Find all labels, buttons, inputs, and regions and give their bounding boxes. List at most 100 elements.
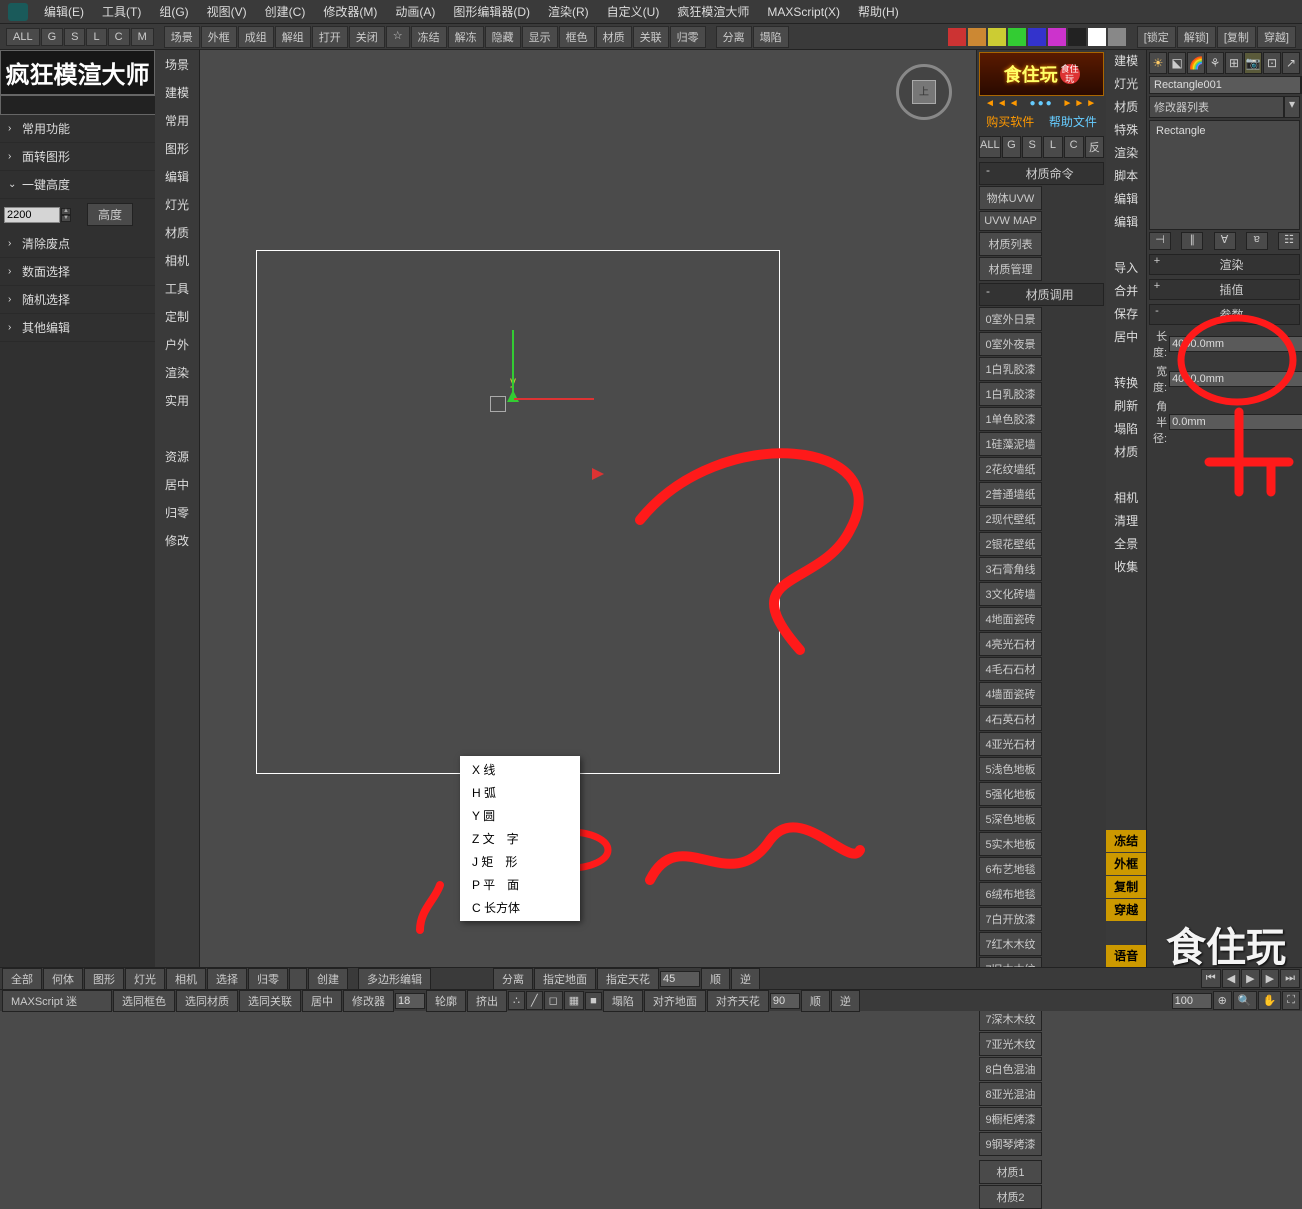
midcat-hl-5[interactable]: 语音	[1106, 945, 1146, 967]
tool-8[interactable]: 解冻	[448, 26, 484, 48]
color-swatch-2[interactable]	[988, 28, 1006, 46]
bottom1-8[interactable]: 创建	[308, 968, 348, 990]
leftcat-5[interactable]: 灯光	[155, 192, 199, 218]
filter-l[interactable]: L	[86, 28, 106, 46]
midcat-16[interactable]: 塌陷	[1106, 418, 1146, 440]
mat-preset-21[interactable]: 5实木地板	[979, 832, 1042, 856]
mat-preset-10[interactable]: 3石膏角线	[979, 557, 1042, 581]
modifier-item[interactable]: Rectangle	[1152, 123, 1297, 139]
color-swatch-6[interactable]	[1068, 28, 1086, 46]
subobj-3-icon[interactable]: ◻	[544, 991, 563, 1010]
height-spinner[interactable]: ▲▼	[61, 208, 71, 222]
subobj-5-icon[interactable]: ■	[585, 992, 602, 1010]
mat-preset-8[interactable]: 2现代壁纸	[979, 507, 1042, 531]
nav-zoom-icon[interactable]: 🔍	[1233, 991, 1257, 1010]
tool-11[interactable]: 框色	[559, 26, 595, 48]
mat-preset-33[interactable]: 9钢琴烤漆	[979, 1132, 1042, 1156]
color-swatch-1[interactable]	[968, 28, 986, 46]
leftcat-8[interactable]: 工具	[155, 276, 199, 302]
height-button[interactable]: 高度	[87, 203, 133, 226]
leftcat-10[interactable]: 户外	[155, 332, 199, 358]
bottom2b-0[interactable]: 轮廓	[426, 990, 466, 1012]
height-input[interactable]	[4, 207, 60, 223]
stack-btn-3[interactable]: ∀	[1214, 232, 1236, 250]
mat-cmd-1[interactable]: UVW MAP	[979, 211, 1042, 231]
leftcat-6[interactable]: 材质	[155, 220, 199, 246]
nav-max-icon[interactable]: ⛶	[1282, 991, 1300, 1010]
leftcat-0[interactable]: 场景	[155, 52, 199, 78]
param-width-input[interactable]	[1169, 371, 1302, 387]
bottom2-4[interactable]: 修改器	[343, 990, 394, 1012]
leftcat-4[interactable]: 编辑	[155, 164, 199, 190]
promo-next-icon[interactable]: ►►►	[1063, 98, 1099, 109]
menu-modifier[interactable]: 修改器(M)	[315, 1, 385, 22]
play-icon[interactable]: ▶	[1241, 969, 1259, 988]
midcat-hl-3[interactable]: 穿越	[1106, 899, 1146, 921]
stack-btn-2[interactable]: ∥	[1181, 232, 1203, 250]
bottom2c-1[interactable]: 对齐地面	[644, 990, 706, 1012]
tool-0[interactable]: 场景	[164, 26, 200, 48]
nav-pan-icon[interactable]: ⊕	[1213, 991, 1232, 1010]
mat-preset-4[interactable]: 1单色胶漆	[979, 407, 1042, 431]
mat-preset-19[interactable]: 5强化地板	[979, 782, 1042, 806]
left-item-一键高度[interactable]: ⌄一键高度	[0, 171, 155, 199]
viewcube-face[interactable]: 上	[912, 80, 936, 104]
tool-2[interactable]: 成组	[238, 26, 274, 48]
midcat-10[interactable]: 合并	[1106, 280, 1146, 302]
bottom1-1[interactable]: 何体	[43, 968, 83, 990]
midcat-15[interactable]: 刷新	[1106, 395, 1146, 417]
menu-create[interactable]: 创建(C)	[257, 1, 314, 22]
bottom2c-0[interactable]: 塌陷	[603, 990, 643, 1012]
left-item-清除废点[interactable]: ›清除废点	[0, 230, 155, 258]
buy-link[interactable]: 购买软件	[986, 113, 1034, 130]
viewport[interactable]: y 上 X 线H 弧Y 圆Z 文 字J 矩 形P 平 面C 长方体	[200, 50, 976, 967]
leftcat-12[interactable]: 实用	[155, 388, 199, 414]
leftcat-3[interactable]: 图形	[155, 136, 199, 162]
filter-g[interactable]: G	[41, 28, 64, 46]
tool-10[interactable]: 显示	[522, 26, 558, 48]
bottom2d-0[interactable]: 顺	[801, 990, 830, 1012]
leftcat-9[interactable]: 定制	[155, 304, 199, 330]
midcat-4[interactable]: 渲染	[1106, 142, 1146, 164]
tool-9[interactable]: 隐藏	[485, 26, 521, 48]
bottom1d-0[interactable]: 顺	[701, 968, 730, 990]
bottom2-2[interactable]: 选同关联	[239, 990, 301, 1012]
leftcat-14[interactable]: 资源	[155, 444, 199, 470]
tool-4[interactable]: 打开	[312, 26, 348, 48]
ctx-item-1[interactable]: H 弧	[460, 781, 580, 804]
tool-14[interactable]: 归零	[670, 26, 706, 48]
tool-far-2[interactable]: [复制	[1217, 26, 1256, 48]
mat-preset-13[interactable]: 4亮光石材	[979, 632, 1042, 656]
nav-orbit-icon[interactable]: ✋	[1258, 991, 1282, 1010]
cmdpanel-tab-1[interactable]: ⬕	[1168, 52, 1186, 74]
color-swatch-0[interactable]	[948, 28, 966, 46]
tool-12[interactable]: 材质	[596, 26, 632, 48]
bottom2-num-1[interactable]	[395, 993, 425, 1009]
midcat-hl-2[interactable]: 复制	[1106, 876, 1146, 898]
mid-filter-3[interactable]: L	[1043, 136, 1063, 158]
leftcat-2[interactable]: 常用	[155, 108, 199, 134]
midcat-hl-1[interactable]: 外框	[1106, 853, 1146, 875]
filter-c[interactable]: C	[108, 28, 130, 46]
tool-13[interactable]: 关联	[633, 26, 669, 48]
bottom-polyedit[interactable]: 多边形编辑	[358, 968, 431, 990]
help-link[interactable]: 帮助文件	[1049, 113, 1097, 130]
leftcat-1[interactable]: 建模	[155, 80, 199, 106]
bottom2-1[interactable]: 选同材质	[176, 990, 238, 1012]
cmdpanel-tab-2[interactable]: 🌈	[1187, 52, 1205, 74]
mat-cmd-header[interactable]: -材质命令	[979, 162, 1104, 185]
midcat-21[interactable]: 全景	[1106, 533, 1146, 555]
mat-slot-1[interactable]: 材质2	[979, 1185, 1042, 1209]
color-swatch-7[interactable]	[1088, 28, 1106, 46]
config-icon[interactable]: ☷	[1278, 232, 1300, 250]
cmdpanel-tab-7[interactable]: ↗	[1282, 52, 1300, 74]
mat-preset-25[interactable]: 7红木木纹	[979, 932, 1042, 956]
bottom2-num-3[interactable]	[1172, 993, 1212, 1009]
menu-plugin[interactable]: 疯狂模渲大师	[669, 1, 757, 22]
leftcat-15[interactable]: 居中	[155, 472, 199, 498]
bottom2c-2[interactable]: 对齐天花	[707, 990, 769, 1012]
leftcat-11[interactable]: 渲染	[155, 360, 199, 386]
filter-all[interactable]: ALL	[6, 28, 40, 46]
ctx-item-3[interactable]: Z 文 字	[460, 827, 580, 850]
bottom1-4[interactable]: 相机	[166, 968, 206, 990]
